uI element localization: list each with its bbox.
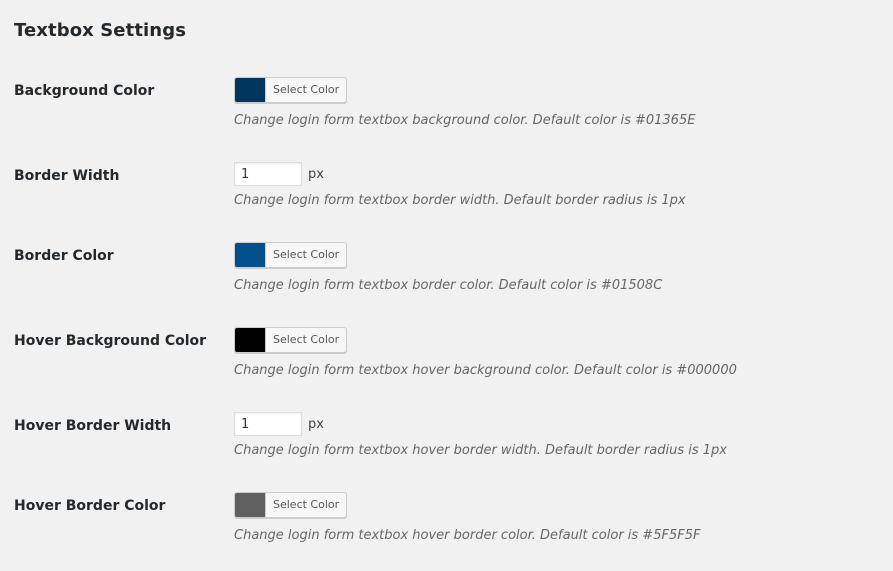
border-width-input[interactable] <box>234 162 302 186</box>
control-hover-border-width: px <box>234 412 324 436</box>
background-color-picker-button[interactable]: Select Color <box>234 77 348 103</box>
hover-border-color-description: Change login form textbox hover border c… <box>234 528 701 543</box>
background-color-description: Change login form textbox background col… <box>234 113 696 128</box>
select-color-label: Select Color <box>273 248 340 261</box>
hover-border-color-swatch[interactable] <box>235 493 266 517</box>
setting-label-border-width: Border Width <box>14 168 120 184</box>
control-hover-border-color: Select Color <box>234 492 348 518</box>
section-title: Textbox Settings <box>14 20 187 41</box>
hover-background-color-swatch[interactable] <box>235 328 266 352</box>
textbox-settings-page: Textbox Settings Background Color Select… <box>0 0 893 571</box>
control-hover-background-color: Select Color <box>234 327 348 353</box>
select-color-label: Select Color <box>273 333 340 346</box>
hover-border-width-input[interactable] <box>234 412 302 436</box>
setting-label-background-color: Background Color <box>14 83 155 99</box>
border-color-description: Change login form textbox border color. … <box>234 278 663 293</box>
hover-background-color-description: Change login form textbox hover backgrou… <box>234 363 737 378</box>
border-color-picker-button[interactable]: Select Color <box>234 242 348 268</box>
control-border-width: px <box>234 162 324 186</box>
setting-label-hover-border-width: Hover Border Width <box>14 418 172 434</box>
background-color-swatch[interactable] <box>235 78 266 102</box>
border-width-unit: px <box>308 166 324 182</box>
setting-label-hover-background-color: Hover Background Color <box>14 333 207 349</box>
border-width-description: Change login form textbox border width. … <box>234 193 686 208</box>
select-color-label: Select Color <box>273 83 340 96</box>
hover-border-width-description: Change login form textbox hover border w… <box>234 443 727 458</box>
hover-border-width-unit: px <box>308 416 324 432</box>
setting-label-hover-border-color: Hover Border Color <box>14 498 166 514</box>
control-background-color: Select Color <box>234 77 348 103</box>
border-color-swatch[interactable] <box>235 243 266 267</box>
select-color-label: Select Color <box>273 498 340 511</box>
hover-border-color-picker-button[interactable]: Select Color <box>234 492 348 518</box>
hover-background-color-picker-button[interactable]: Select Color <box>234 327 348 353</box>
setting-label-border-color: Border Color <box>14 248 114 264</box>
control-border-color: Select Color <box>234 242 348 268</box>
